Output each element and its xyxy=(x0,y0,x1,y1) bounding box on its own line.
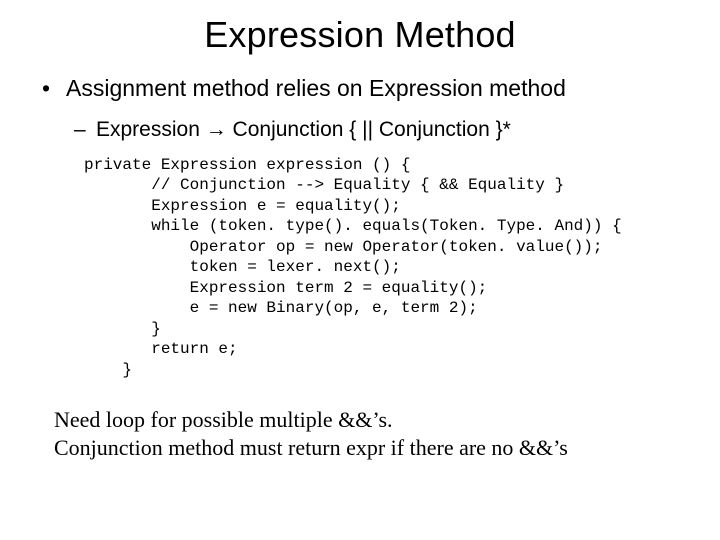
bullet-level-1: •Assignment method relies on Expression … xyxy=(42,74,692,103)
footer-note: Need loop for possible multiple &&’s. Co… xyxy=(54,406,692,461)
bullet-dot-icon: • xyxy=(42,74,66,103)
slide-title: Expression Method xyxy=(28,14,692,56)
bullet-l2-suffix: Conjunction { || Conjunction }* xyxy=(227,118,511,141)
bullet-l2-prefix: Expression xyxy=(96,118,206,141)
footer-line-2: Conjunction method must return expr if t… xyxy=(54,434,692,462)
footer-line-1: Need loop for possible multiple &&’s. xyxy=(54,406,692,434)
bullet-dash-icon: – xyxy=(74,117,96,143)
code-block: private Expression expression () { // Co… xyxy=(84,155,692,380)
bullet-l1-text: Assignment method relies on Expression m… xyxy=(66,75,566,101)
slide: Expression Method •Assignment method rel… xyxy=(0,0,720,540)
arrow-icon: → xyxy=(206,118,227,141)
bullet-level-2: –Expression → Conjunction { || Conjuncti… xyxy=(74,117,692,143)
